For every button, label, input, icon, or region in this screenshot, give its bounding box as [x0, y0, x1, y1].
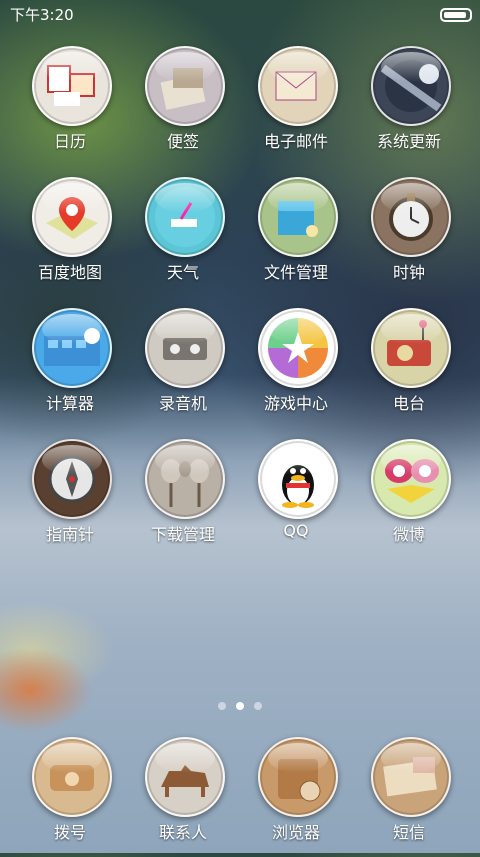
- weather-icon-graphic: [147, 179, 223, 255]
- contacts-icon: [145, 737, 225, 817]
- update-icon-graphic: [373, 48, 449, 124]
- notes-icon-graphic: [147, 48, 223, 124]
- status-bar: 下午3:20: [0, 0, 480, 28]
- radio-icon: [371, 308, 451, 388]
- calculator-icon-graphic: [34, 310, 110, 386]
- weather-icon: [145, 177, 225, 257]
- phone-icon-graphic: [34, 739, 110, 815]
- calendar-icon-graphic: [34, 48, 110, 124]
- browser-icon-graphic: [260, 739, 336, 815]
- app-folder[interactable]: 文件管理: [241, 177, 351, 297]
- clock-icon: [371, 177, 451, 257]
- app-radio[interactable]: 电台: [354, 308, 464, 428]
- game-icon-graphic: [260, 310, 336, 386]
- email-icon-graphic: [260, 48, 336, 124]
- status-time: 下午3:20: [10, 6, 74, 24]
- app-phone[interactable]: 拨号: [15, 737, 125, 857]
- app-notes[interactable]: 便签: [128, 46, 238, 166]
- recorder-icon: [145, 308, 225, 388]
- email-icon: [258, 46, 338, 126]
- app-label: 拨号: [53, 823, 86, 842]
- map-icon: [32, 177, 112, 257]
- page-dot[interactable]: [236, 702, 244, 710]
- notes-icon: [145, 46, 225, 126]
- qq-icon-graphic: [260, 441, 336, 517]
- battery-level: [444, 12, 466, 18]
- browser-icon: [258, 737, 338, 817]
- app-browser[interactable]: 浏览器: [241, 737, 351, 857]
- app-calculator[interactable]: 计算器: [15, 308, 125, 428]
- weibo-icon: [371, 439, 451, 519]
- message-icon-graphic: [373, 739, 449, 815]
- app-contacts[interactable]: 联系人: [128, 737, 238, 857]
- app-label: 时钟: [392, 263, 425, 282]
- app-label: 游戏中心: [263, 394, 328, 413]
- message-icon: [371, 737, 451, 817]
- app-qq[interactable]: QQ: [241, 439, 351, 559]
- app-clock[interactable]: 时钟: [354, 177, 464, 297]
- compass-icon-graphic: [34, 441, 110, 517]
- contacts-icon-graphic: [147, 739, 223, 815]
- app-label: 日历: [53, 132, 86, 151]
- game-icon: [258, 308, 338, 388]
- app-label: 微博: [392, 525, 425, 544]
- app-label: 百度地图: [37, 263, 102, 282]
- phone-icon: [32, 737, 112, 817]
- app-label: 电台: [392, 394, 425, 413]
- app-label: 电子邮件: [263, 132, 328, 151]
- app-recorder[interactable]: 录音机: [128, 308, 238, 428]
- app-message[interactable]: 短信: [354, 737, 464, 857]
- radio-icon-graphic: [373, 310, 449, 386]
- app-update[interactable]: 系统更新: [354, 46, 464, 166]
- app-download[interactable]: 下载管理: [128, 439, 238, 559]
- qq-icon: [258, 439, 338, 519]
- app-label: 浏览器: [271, 823, 320, 842]
- app-label: 计算器: [45, 394, 94, 413]
- app-calendar[interactable]: 日历: [15, 46, 125, 166]
- app-email[interactable]: 电子邮件: [241, 46, 351, 166]
- download-icon: [145, 439, 225, 519]
- app-label: 联系人: [158, 823, 207, 842]
- app-compass[interactable]: 指南针: [15, 439, 125, 559]
- weibo-icon-graphic: [373, 441, 449, 517]
- app-label: 便签: [166, 132, 199, 151]
- app-label: 短信: [392, 823, 425, 842]
- download-icon-graphic: [147, 441, 223, 517]
- map-icon-graphic: [34, 179, 110, 255]
- compass-icon: [32, 439, 112, 519]
- app-weibo[interactable]: 微博: [354, 439, 464, 559]
- app-label: 文件管理: [263, 263, 328, 282]
- app-label: QQ: [283, 521, 309, 540]
- app-map[interactable]: 百度地图: [15, 177, 125, 297]
- clock-icon-graphic: [373, 179, 449, 255]
- app-game[interactable]: 游戏中心: [241, 308, 351, 428]
- calculator-icon: [32, 308, 112, 388]
- page-indicator: [0, 702, 480, 712]
- app-label: 录音机: [158, 394, 207, 413]
- folder-icon: [258, 177, 338, 257]
- app-label: 指南针: [45, 525, 94, 544]
- app-label: 天气: [166, 263, 199, 282]
- page-dot[interactable]: [254, 702, 262, 710]
- folder-icon-graphic: [260, 179, 336, 255]
- app-weather[interactable]: 天气: [128, 177, 238, 297]
- recorder-icon-graphic: [147, 310, 223, 386]
- app-label: 下载管理: [150, 525, 215, 544]
- battery-icon: [440, 8, 472, 22]
- calendar-icon: [32, 46, 112, 126]
- update-icon: [371, 46, 451, 126]
- app-label: 系统更新: [376, 132, 441, 151]
- page-dot[interactable]: [218, 702, 226, 710]
